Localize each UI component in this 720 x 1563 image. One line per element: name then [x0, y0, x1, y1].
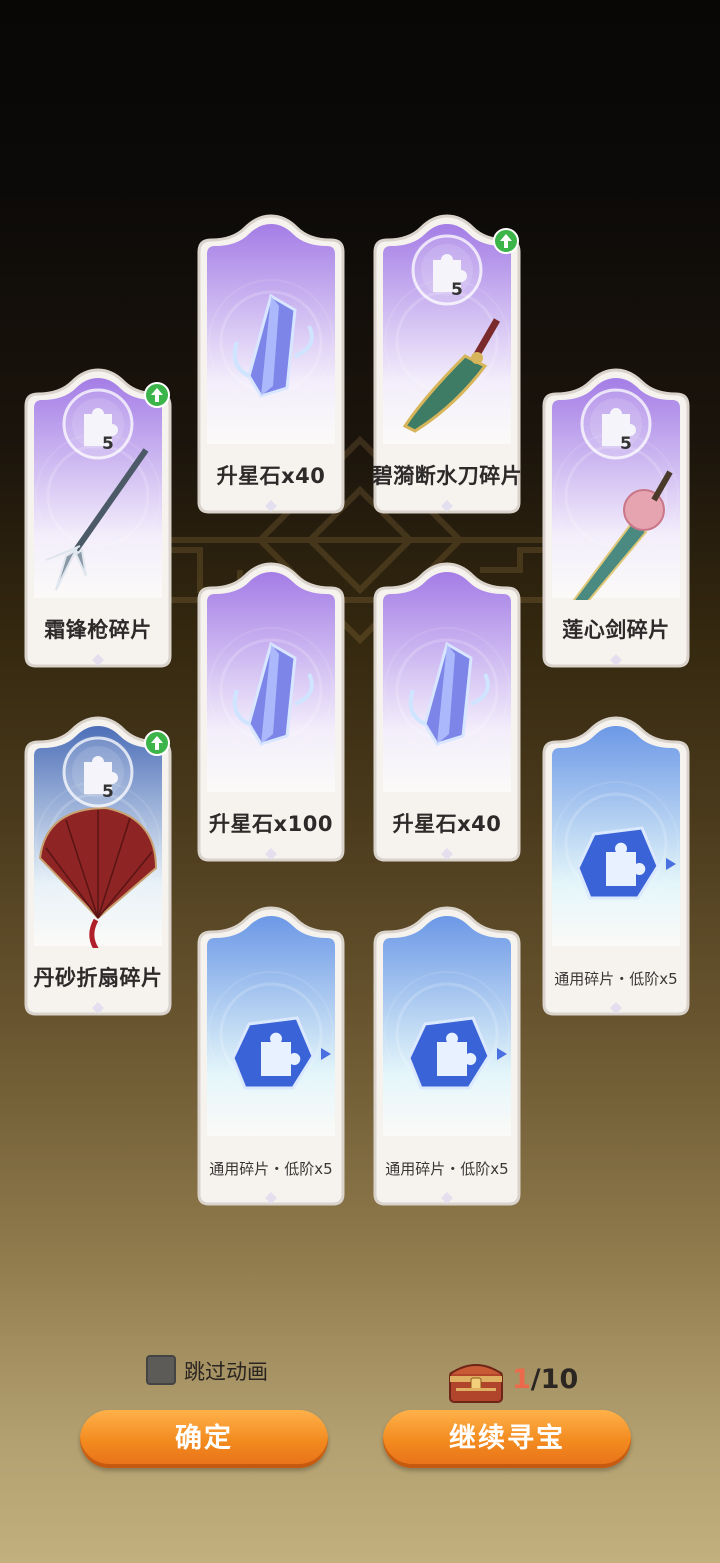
puzzle-piece-icon: [62, 736, 134, 808]
star-stone-icon: [408, 641, 490, 746]
card-label: 升星石x40: [216, 464, 326, 488]
card-label: 碧漪断水刀碎片: [371, 464, 523, 488]
puzzle-piece-icon: [411, 234, 483, 306]
universal-shard-icon: [231, 1016, 331, 1090]
reward-card-star-stone-40b[interactable]: 升星石x40: [371, 560, 523, 866]
draw-counter-current: 1: [512, 1364, 531, 1395]
diamond-icon: [441, 1192, 453, 1204]
diamond-icon: [265, 1192, 277, 1204]
upgrade-arrow-icon: [493, 228, 519, 254]
fragment-count: 5: [102, 782, 114, 802]
diamond-icon: [92, 654, 104, 666]
card-label: 霜锋枪碎片: [44, 618, 152, 642]
diamond-icon: [92, 1002, 104, 1014]
puzzle-piece-icon: [580, 388, 652, 460]
reward-card-shard-right[interactable]: 通用碎片・低阶x5: [540, 714, 692, 1020]
fragment-count: 5: [620, 434, 632, 454]
puzzle-piece-icon: [62, 388, 134, 460]
draw-counter: 1/10: [512, 1364, 578, 1395]
fragment-count-badge: 5: [578, 386, 654, 462]
card-label: 通用碎片・低阶x5: [554, 970, 678, 988]
diamond-icon: [441, 500, 453, 512]
fragment-count-badge: 5: [409, 232, 485, 308]
diamond-icon: [610, 1002, 622, 1014]
skip-animation-checkbox[interactable]: [146, 1355, 176, 1385]
diamond-icon: [441, 848, 453, 860]
fragment-count-badge: 5: [60, 734, 136, 810]
card-label: 通用碎片・低阶x5: [209, 1160, 333, 1178]
fragment-count-badge: 5: [60, 386, 136, 462]
reward-card-fan-fragment[interactable]: 5 丹砂折扇碎片: [22, 714, 174, 1020]
card-label: 升星石x100: [209, 812, 333, 836]
reward-card-blade-fragment[interactable]: 5 碧漪断水刀碎片: [371, 212, 523, 518]
star-stone-icon: [232, 293, 314, 398]
card-label: 丹砂折扇碎片: [33, 966, 163, 990]
reward-card-star-stone-100[interactable]: 升星石x100: [195, 560, 347, 866]
fragment-count: 5: [102, 434, 114, 454]
upgrade-arrow-icon: [144, 730, 170, 756]
fragment-count: 5: [451, 280, 463, 300]
reward-card-spear-fragment[interactable]: 5 霜锋枪碎片: [22, 366, 174, 672]
card-label: 通用碎片・低阶x5: [385, 1160, 509, 1178]
diamond-icon: [265, 848, 277, 860]
universal-shard-icon: [576, 826, 676, 900]
confirm-button[interactable]: 确定: [80, 1410, 328, 1468]
diamond-icon: [610, 654, 622, 666]
continue-treasure-button[interactable]: 继续寻宝: [383, 1410, 631, 1468]
reward-card-star-stone-40[interactable]: 升星石x40: [195, 212, 347, 518]
reward-card-shard-mid[interactable]: 通用碎片・低阶x5: [371, 904, 523, 1210]
diamond-icon: [265, 500, 277, 512]
universal-shard-icon: [407, 1016, 507, 1090]
reward-card-shard-left[interactable]: 通用碎片・低阶x5: [195, 904, 347, 1210]
star-stone-icon: [232, 641, 314, 746]
skip-animation-label[interactable]: 跳过动画: [184, 1356, 268, 1386]
card-label: 莲心剑碎片: [562, 618, 670, 642]
card-label: 升星石x40: [392, 812, 502, 836]
reward-card-sword-fragment[interactable]: 5 莲心剑碎片: [540, 366, 692, 672]
upgrade-arrow-icon: [144, 382, 170, 408]
treasure-chest-icon: [449, 1364, 503, 1403]
draw-counter-total: /10: [530, 1364, 579, 1395]
